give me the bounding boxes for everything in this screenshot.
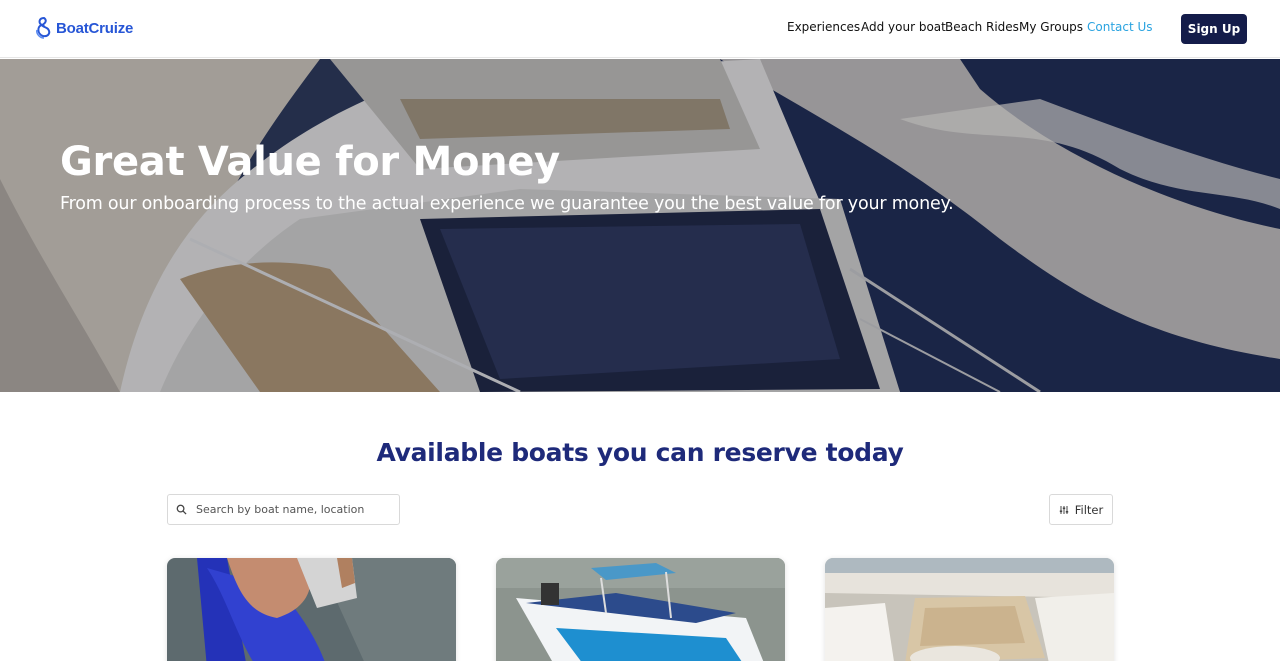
site-header: BoatCruize Experiences Add your boat Bea… bbox=[0, 0, 1280, 58]
nav-beach-rides[interactable]: Beach Rides bbox=[945, 20, 1019, 34]
hero-subtitle: From our onboarding process to the actua… bbox=[60, 194, 954, 214]
search-input[interactable] bbox=[196, 503, 386, 516]
filter-icon bbox=[1059, 505, 1068, 514]
jet-ski-photo bbox=[167, 558, 456, 661]
search-box[interactable] bbox=[167, 494, 400, 525]
section-title: Available boats you can reserve today bbox=[376, 438, 904, 467]
filter-label: Filter bbox=[1074, 502, 1104, 517]
hero-overlay bbox=[0, 59, 1280, 392]
hero-banner: Great Value for Money From our onboardin… bbox=[0, 59, 1280, 392]
boat-card[interactable] bbox=[496, 558, 785, 661]
main-nav: Experiences Add your boat Beach Rides My… bbox=[0, 20, 1280, 38]
nav-experiences[interactable]: Experiences bbox=[787, 20, 860, 34]
sign-up-button[interactable]: Sign Up bbox=[1181, 14, 1247, 44]
speedboat-photo bbox=[496, 558, 785, 661]
yacht-interior-photo bbox=[825, 558, 1114, 661]
nav-add-your-boat[interactable]: Add your boat bbox=[861, 20, 946, 34]
search-icon bbox=[176, 504, 187, 515]
hero-title: Great Value for Money bbox=[60, 139, 560, 185]
nav-my-groups[interactable]: My Groups bbox=[1019, 20, 1083, 34]
boat-card[interactable] bbox=[825, 558, 1114, 661]
filter-button[interactable]: Filter bbox=[1049, 494, 1113, 525]
nav-contact-us[interactable]: Contact Us bbox=[1087, 20, 1153, 34]
boat-card[interactable] bbox=[167, 558, 456, 661]
